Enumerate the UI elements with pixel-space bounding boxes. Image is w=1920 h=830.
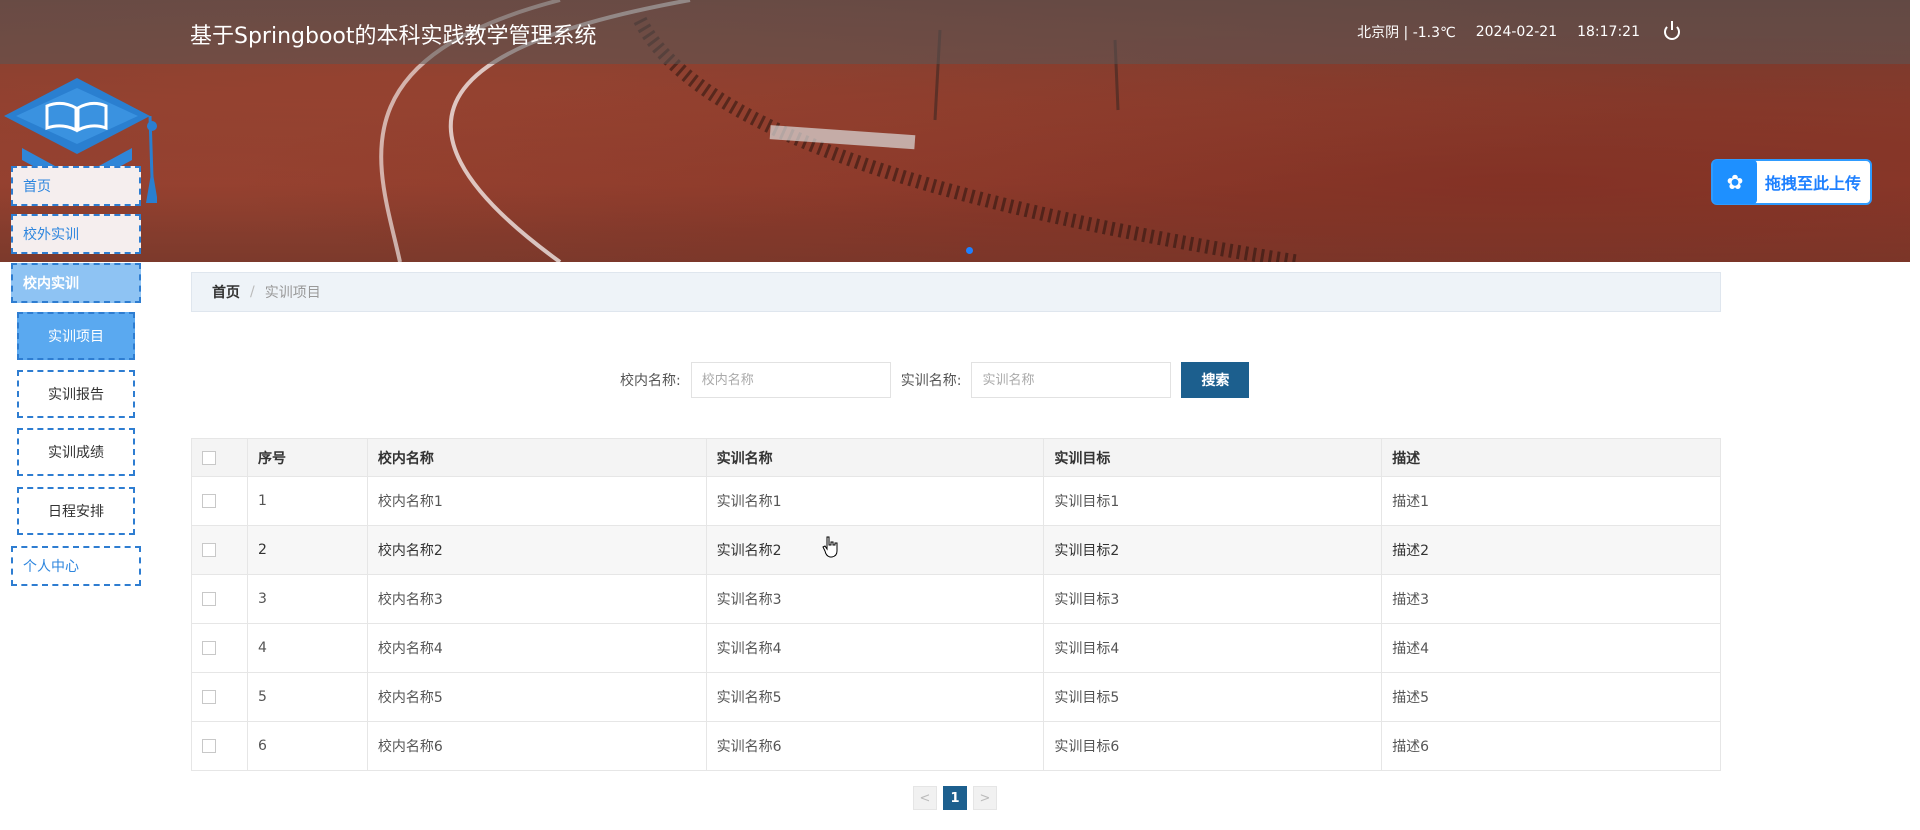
table-cell: 描述1 [1381, 476, 1721, 526]
table-cell: 描述2 [1381, 525, 1721, 575]
row-checkbox[interactable] [202, 494, 216, 508]
table-cell: 2 [246, 525, 368, 575]
table-cell: 实训目标2 [1043, 525, 1383, 575]
table-cell: 描述3 [1381, 574, 1721, 624]
row-select-cell [191, 672, 248, 722]
table-row[interactable]: 5 校内名称5 实训名称5 实训目标5 描述5 [191, 672, 1721, 722]
row-checkbox[interactable] [202, 641, 216, 655]
top-right-info: 北京阴 | -1.3℃ 2024-02-21 18:17:21 [1357, 21, 1680, 42]
row-select-cell [191, 476, 248, 526]
table-cell: 描述5 [1381, 672, 1721, 722]
table-cell: 描述4 [1381, 623, 1721, 673]
table-cell: 6 [246, 721, 368, 771]
table-row[interactable]: 6 校内名称6 实训名称6 实训目标6 描述6 [191, 721, 1721, 771]
table-cell: 实训目标5 [1043, 672, 1383, 722]
date-text: 2024-02-21 [1475, 24, 1558, 40]
breadcrumb-home[interactable]: 首页 [212, 282, 240, 302]
table-cell: 实训目标6 [1043, 721, 1383, 771]
training-name-input[interactable] [971, 362, 1172, 398]
row-select-cell [191, 721, 248, 771]
table-cell: 实训名称3 [705, 574, 1045, 624]
sidebar-subitem-reports[interactable]: 实训报告 [17, 370, 135, 418]
table-cell: 校内名称5 [366, 672, 707, 722]
sidebar-subitem-projects[interactable]: 实训项目 [17, 312, 135, 360]
school-name-input[interactable] [690, 362, 891, 398]
cloud-upload-icon: ✿ [1713, 160, 1757, 204]
row-checkbox[interactable] [202, 592, 216, 606]
sidebar-subitem-schedule[interactable]: 日程安排 [17, 487, 135, 535]
table-cell: 校内名称4 [366, 623, 707, 673]
table-cell: 实训名称4 [705, 623, 1045, 673]
row-checkbox[interactable] [202, 543, 216, 557]
carousel-dot[interactable] [966, 247, 973, 254]
row-checkbox[interactable] [202, 690, 216, 704]
table-cell: 实训目标1 [1043, 476, 1383, 526]
hand-cursor-icon [822, 536, 838, 558]
training-name-label: 实训名称: [900, 373, 962, 389]
sidebar-item-oncampus[interactable]: 校内实训 [11, 263, 141, 303]
banner: 基于Springboot的本科实践教学管理系统 北京阴 | -1.3℃ 2024… [0, 0, 1910, 262]
next-page-button[interactable]: > [973, 786, 997, 810]
training-projects-table: 序号 校内名称 实训名称 实训目标 描述 1 校内名称1 实训名称1 实训目标1… [191, 438, 1721, 771]
search-button[interactable]: 搜索 [1181, 362, 1250, 398]
column-header: 序号 [246, 438, 368, 477]
row-select-cell [191, 525, 248, 575]
table-row[interactable]: 4 校内名称4 实训名称4 实训目标4 描述4 [191, 623, 1721, 673]
sidebar-subitem-grades[interactable]: 实训成绩 [17, 428, 135, 476]
column-header: 校内名称 [366, 438, 707, 477]
row-select-cell [191, 574, 248, 624]
school-name-label: 校内名称: [620, 373, 681, 389]
table-row[interactable]: 1 校内名称1 实训名称1 实训目标1 描述1 [191, 476, 1721, 526]
breadcrumb: 首页 / 实训项目 [191, 272, 1721, 312]
table-cell: 5 [246, 672, 368, 722]
sidebar-item-personal[interactable]: 个人中心 [11, 546, 141, 586]
upload-widget[interactable]: ✿ 拖拽至此上传 [1711, 159, 1872, 205]
select-all-cell [191, 438, 248, 477]
table-cell: 实训名称5 [705, 672, 1045, 722]
sidebar-item-offcampus[interactable]: 校外实训 [11, 214, 141, 254]
select-all-checkbox[interactable] [202, 450, 216, 465]
table-cell: 3 [246, 574, 368, 624]
column-header: 实训目标 [1043, 438, 1383, 477]
table-header-row: 序号 校内名称 实训名称 实训目标 描述 [191, 438, 1721, 477]
table-cell: 校内名称3 [366, 574, 707, 624]
time-text: 18:17:21 [1577, 24, 1640, 40]
table-cell: 实训目标4 [1043, 623, 1383, 673]
prev-page-button[interactable]: < [913, 786, 937, 810]
table-cell: 4 [246, 623, 368, 673]
table-cell: 校内名称1 [366, 476, 707, 526]
power-icon[interactable] [1664, 21, 1680, 40]
table-cell: 1 [246, 476, 368, 526]
row-select-cell [191, 623, 248, 673]
upload-label: 拖拽至此上传 [1765, 174, 1862, 193]
column-header: 描述 [1381, 438, 1721, 477]
table-cell: 校内名称6 [366, 721, 707, 771]
sidebar-item-home[interactable]: 首页 [11, 166, 141, 206]
row-checkbox[interactable] [202, 739, 216, 753]
search-bar: 校内名称: 实训名称: 搜索 [620, 362, 1250, 398]
weather-text: 北京阴 | -1.3℃ [1357, 25, 1456, 41]
breadcrumb-separator: / [250, 284, 255, 300]
table-row[interactable]: 3 校内名称3 实训名称3 实训目标3 描述3 [191, 574, 1721, 624]
pagination: < 1 > [913, 786, 997, 810]
table-row[interactable]: 2 校内名称2 实训名称2 实训目标2 描述2 [191, 525, 1721, 575]
breadcrumb-current: 实训项目 [264, 285, 321, 301]
table-cell: 实训名称2 [705, 525, 1045, 575]
table-cell: 描述6 [1381, 721, 1721, 771]
column-header: 实训名称 [705, 438, 1045, 477]
table-cell: 实训名称1 [705, 476, 1045, 526]
table-cell: 实训目标3 [1043, 574, 1383, 624]
page-number-current[interactable]: 1 [943, 786, 967, 810]
table-cell: 实训名称6 [705, 721, 1045, 771]
table-cell: 校内名称2 [366, 525, 707, 575]
system-title: 基于Springboot的本科实践教学管理系统 [190, 24, 597, 49]
